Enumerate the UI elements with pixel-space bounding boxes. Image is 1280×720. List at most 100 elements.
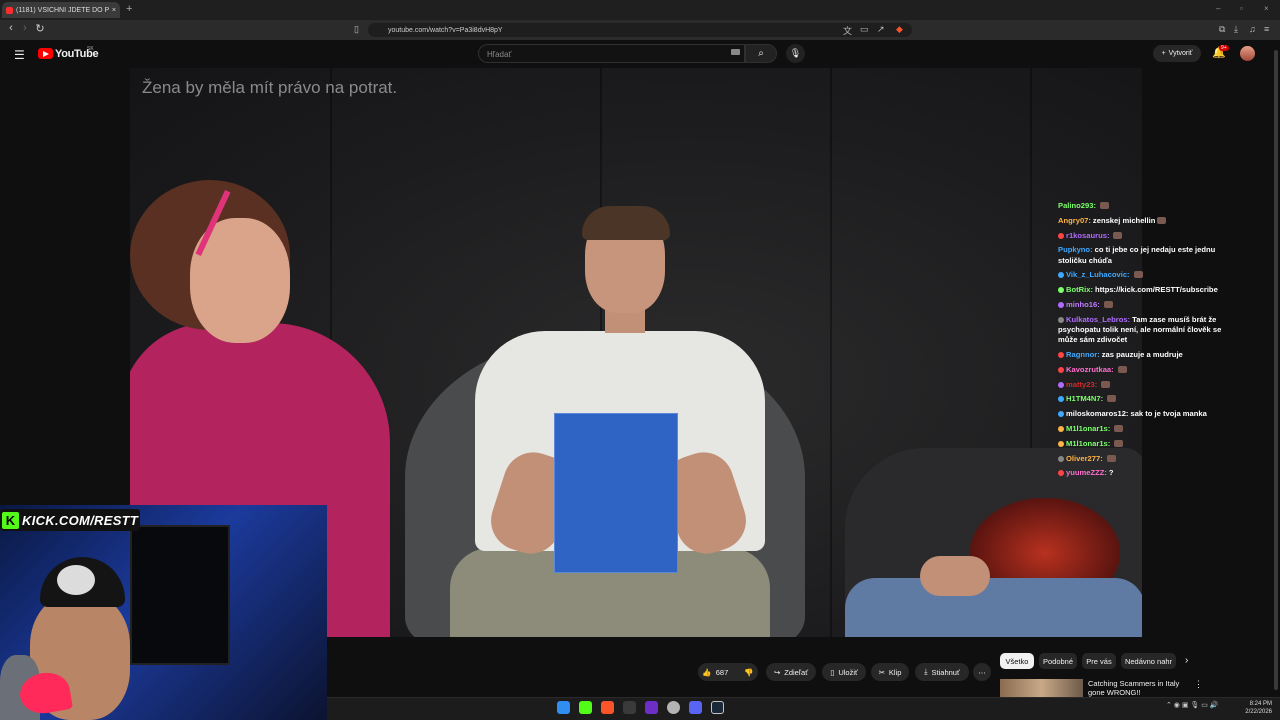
chat-emote-icon — [1157, 216, 1167, 224]
clock-time: 8:24 PM — [1249, 701, 1272, 707]
chip-recently-uploaded[interactable]: Nedávno nahr — [1121, 653, 1176, 669]
microphone-icon: 🎙 — [789, 48, 802, 58]
chip-related[interactable]: Podobné — [1039, 653, 1077, 669]
country-code: SK — [87, 46, 94, 52]
clip-label: Klip — [888, 667, 902, 677]
keyboard-icon[interactable] — [731, 49, 740, 55]
recommendation-menu-icon[interactable]: ⋮ — [1194, 679, 1203, 690]
stream-chat-overlay: Palino293: Angry07: zenskej michellin r1kos… — [1058, 201, 1238, 501]
browser-tabstrip — [0, 0, 1280, 20]
tab-title: (1181) VŠICHNI JDETE DO PEKLA — [16, 6, 109, 14]
share-button[interactable]: ↪ Zdieľať — [766, 663, 816, 681]
chat-emote-icon — [1117, 365, 1127, 373]
chat-badge-icon — [1058, 301, 1064, 308]
maximize-button[interactable]: ▫ — [1240, 4, 1243, 13]
more-actions-button[interactable]: ⋯ — [973, 663, 991, 681]
share-page-icon[interactable]: ↗ — [877, 24, 885, 35]
thumbs-down-icon[interactable]: 👎 — [744, 668, 753, 677]
recommendation-thumbnail[interactable] — [1000, 679, 1083, 699]
system-tray-icons[interactable]: ⌃ ◉ ▣ 🎙 ▭ 🔊 — [1166, 701, 1219, 709]
chat-username: Ragnnor: — [1066, 349, 1100, 359]
back-icon[interactable]: ‹ — [4, 22, 18, 34]
steam-app-icon[interactable] — [711, 701, 724, 714]
downloads-icon[interactable]: ⤓ — [1234, 24, 1238, 35]
forward-icon[interactable]: › — [18, 22, 32, 34]
voice-search-button[interactable]: 🎙 — [786, 44, 805, 63]
chat-username: BotRix: — [1066, 285, 1093, 295]
chat-message: Kavozrutkaa: — [1058, 365, 1238, 375]
os-taskbar — [327, 697, 1280, 720]
scrollbar-thumb[interactable] — [1274, 50, 1278, 690]
like-dislike-group[interactable]: 👍 687 👎 — [698, 663, 758, 681]
search-input[interactable]: Hľadať — [478, 44, 745, 63]
save-icon: ▯ — [830, 667, 835, 677]
chat-username: minho16: — [1066, 299, 1100, 309]
chat-message: Oliver277: — [1058, 454, 1238, 464]
chat-username: Oliver277: — [1066, 453, 1103, 463]
chip-all[interactable]: Všetko — [1000, 653, 1034, 669]
chat-username: Vik_z_Luhacovic: — [1066, 270, 1130, 280]
chip-for-you[interactable]: Pre vás — [1082, 653, 1116, 669]
plus-icon: + — [1161, 50, 1166, 57]
bookmark-icon[interactable]: ▯ — [354, 24, 359, 35]
extensions-icon[interactable]: ⧉ — [1219, 24, 1225, 35]
chat-message: Palino293: — [1058, 201, 1238, 211]
media-icon[interactable]: ♫ — [1249, 24, 1256, 34]
chat-username: M1l1onar1s: — [1066, 423, 1111, 433]
brave-shield-icon[interactable]: ◆ — [896, 24, 903, 35]
chat-badge-icon — [1058, 366, 1064, 373]
chat-message: Ragnnor: zas pauzuje a mudruje — [1058, 350, 1238, 360]
kick-app-icon[interactable] — [579, 701, 592, 714]
share-icon: ↪ — [773, 667, 781, 677]
chat-emote-icon — [1133, 271, 1143, 279]
browser-tab[interactable]: (1181) VŠICHNI JDETE DO PEKLA × — [2, 2, 120, 18]
discord-app-icon[interactable] — [689, 701, 702, 714]
account-avatar[interactable] — [1240, 46, 1255, 61]
tab-close-icon[interactable]: × — [112, 7, 116, 14]
save-button[interactable]: ▯ Uložiť — [822, 663, 866, 681]
man-hair — [582, 206, 670, 240]
chat-text: zenskej michellin — [1092, 215, 1156, 225]
chevron-right-icon[interactable]: › — [1185, 655, 1188, 666]
chat-message: yuumeZZZ:? — [1058, 468, 1238, 478]
chat-message: minho16: — [1058, 300, 1238, 310]
chat-text: sak to je tvoja manka — [1130, 409, 1207, 419]
taskbar-clock[interactable]: 8:24 PM 2/22/2026 — [1240, 700, 1272, 716]
chat-username: Pupkyno: — [1058, 245, 1093, 255]
start-icon[interactable] — [557, 701, 570, 714]
clip-button[interactable]: ✂ Klip — [871, 663, 909, 681]
brave-app-icon[interactable] — [601, 701, 614, 714]
like-count: 687 — [715, 667, 729, 677]
translate-icon[interactable]: 文 — [843, 24, 852, 37]
chat-badge-icon — [1058, 411, 1064, 418]
hamburger-menu-icon[interactable]: ☰ — [14, 48, 25, 62]
chat-badge-icon — [1058, 455, 1064, 462]
reload-icon[interactable]: ↻ — [33, 22, 47, 35]
download-icon: ⤓ — [924, 667, 928, 676]
kick-url: KICK.COM/RESTT — [22, 512, 139, 528]
chat-emote-icon — [1101, 380, 1111, 388]
new-tab-button[interactable]: + — [126, 3, 132, 15]
search-button[interactable]: ⌕ — [745, 44, 777, 63]
menu-icon[interactable]: ≡ — [1264, 24, 1269, 34]
address-bar[interactable]: youtube.com/watch?v=Pa3i8dvH8pY — [368, 23, 912, 37]
scissors-icon: ✂ — [878, 667, 885, 677]
chat-username: matty23: — [1066, 379, 1098, 389]
cast-icon[interactable]: ▭ — [860, 24, 869, 35]
youtube-logo-icon[interactable] — [38, 48, 53, 59]
code-app-icon[interactable] — [623, 701, 636, 714]
chrome-app-icon[interactable] — [667, 701, 680, 714]
notifications-badge: 9+ — [1219, 45, 1229, 51]
chat-emote-icon — [1107, 395, 1117, 403]
twitch-app-icon[interactable] — [645, 701, 658, 714]
create-button[interactable]: + Vytvoriť — [1153, 45, 1201, 62]
close-window-button[interactable]: × — [1264, 4, 1269, 13]
chat-badge-icon — [1058, 316, 1064, 323]
chat-message: miloskomaros12: sak to je tvoja manka — [1058, 409, 1238, 419]
chat-badge-icon — [1058, 440, 1064, 447]
download-button[interactable]: ⤓ Stiahnuť — [915, 663, 969, 681]
thumbs-up-icon[interactable]: 👍 — [702, 668, 711, 677]
chat-message: r1kosaurus: — [1058, 231, 1238, 241]
minimize-button[interactable]: – — [1216, 4, 1220, 13]
recommendation-title[interactable]: Catching Scammers in Italy gone WRONG!! — [1088, 679, 1188, 697]
